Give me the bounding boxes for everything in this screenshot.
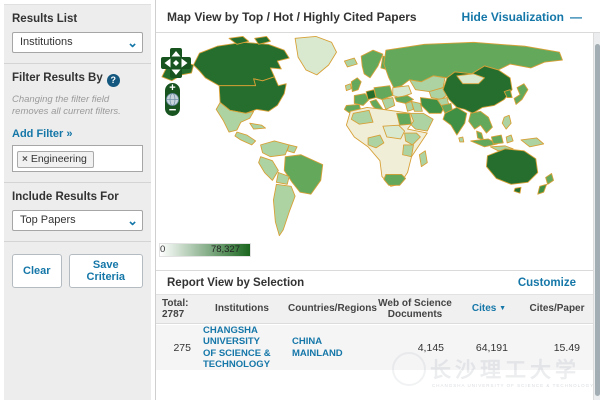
scrollbar-thumb[interactable] (595, 44, 600, 396)
world-map: + − 0 78,327 (156, 33, 594, 270)
map-country-japan[interactable] (514, 84, 528, 105)
esi-map-view-app: Results List Institutions ⌄ Filter Resul… (0, 0, 600, 400)
map-country-new-zealand[interactable] (546, 173, 554, 184)
map-country-greenland[interactable] (295, 36, 336, 74)
col-header-countries[interactable]: Countries/Regions (288, 303, 372, 315)
map-country-balkans[interactable] (382, 98, 395, 110)
row-cites-paper: 15.49 (520, 342, 594, 354)
col-header-documents[interactable]: Web of Science Documents (372, 298, 458, 321)
filter-section: Filter Results By? Changing the filter f… (4, 64, 151, 183)
map-country-new-zealand[interactable] (538, 184, 547, 194)
results-list-value: Institutions (20, 36, 73, 48)
choropleth-map (158, 35, 592, 238)
customize-link[interactable]: Customize (518, 277, 576, 289)
filter-tag-engineering[interactable]: ×Engineering (17, 151, 94, 168)
help-icon[interactable]: ? (107, 74, 120, 87)
map-header: Map View by Top / Hot / Highly Cited Pap… (156, 0, 600, 33)
main-panel: Map View by Top / Hot / Highly Cited Pap… (155, 0, 600, 400)
add-filter-link[interactable]: Add Filter » (12, 128, 73, 140)
filter-note: Changing the filter field removes all cu… (12, 94, 143, 118)
col-header-cites-paper[interactable]: Cites/Paper (520, 303, 594, 315)
map-country-guyanas[interactable] (287, 145, 297, 153)
chevron-down-icon: ⌄ (127, 211, 138, 230)
report-bar: Report View by Selection Customize (156, 270, 594, 294)
table-row: 275 CHANGSHA UNIVERSITY OF SCIENCE & TEC… (156, 325, 594, 370)
map-country-egypt[interactable] (397, 113, 412, 125)
sort-down-icon: ▼ (499, 305, 506, 312)
filter-label: Filter Results By? (12, 72, 143, 87)
col-header-institutions[interactable]: Institutions (196, 303, 288, 315)
map-country-central-america[interactable] (235, 132, 256, 145)
zoom-out-icon[interactable]: − (165, 102, 180, 117)
results-list-select[interactable]: Institutions ⌄ (12, 32, 143, 53)
results-table-header: Total: 2787 Institutions Countries/Regio… (156, 294, 594, 324)
collapse-dash-icon: — (570, 10, 582, 24)
remove-tag-icon[interactable]: × (22, 154, 28, 165)
map-country-madagascar[interactable] (419, 151, 427, 167)
map-pan-control[interactable] (161, 47, 191, 79)
row-rank: 275 (156, 342, 196, 354)
chevron-down-icon: ⌄ (127, 33, 138, 52)
map-country-iceland[interactable] (344, 58, 357, 67)
clear-button[interactable]: Clear (12, 254, 62, 288)
include-results-label: Include Results For (12, 191, 143, 203)
legend-min-value: 0 (160, 244, 165, 255)
filter-tag-box: ×Engineering (12, 145, 143, 172)
map-country-malay-peninsula[interactable] (477, 131, 484, 140)
map-zoom-control[interactable]: + − (165, 83, 180, 116)
map-country-kenya-tanzania[interactable] (403, 145, 414, 157)
report-title: Report View by Selection (167, 277, 304, 289)
hide-visualization-link[interactable]: Hide Visualization— (462, 10, 582, 24)
map-country-se-asia[interactable] (469, 111, 493, 133)
map-legend: 0 78,327 (159, 243, 251, 257)
row-documents: 4,145 (372, 342, 458, 354)
save-criteria-button[interactable]: Save Criteria (69, 254, 143, 288)
map-country-peru[interactable] (259, 157, 279, 181)
map-country-borneo[interactable] (491, 135, 503, 144)
include-results-value: Top Papers (20, 214, 76, 226)
vertical-scrollbar[interactable] (593, 33, 600, 400)
institution-link[interactable]: CHANGSHA UNIVERSITY OF SCIENCE & TECHNOL… (196, 325, 288, 371)
filter-tag-label: Engineering (31, 153, 87, 165)
map-country-sri-lanka[interactable] (459, 137, 464, 142)
map-country-ireland[interactable] (345, 84, 351, 91)
map-country-china[interactable] (443, 66, 512, 113)
map-country-philippines[interactable] (502, 115, 511, 129)
include-results-select[interactable]: Top Papers ⌄ (12, 210, 143, 231)
country-link[interactable]: CHINA MAINLAND (288, 336, 372, 359)
map-country-central-europe[interactable] (374, 86, 393, 100)
total-count: Total: 2787 (156, 298, 196, 321)
map-country-sulawesi[interactable] (506, 135, 513, 143)
map-country-uk[interactable] (351, 78, 361, 92)
sidebar-panel: Results List Institutions ⌄ Filter Resul… (4, 4, 151, 400)
map-country-colombia-venezuela[interactable] (261, 141, 290, 157)
map-title: Map View by Top / Hot / Highly Cited Pap… (167, 10, 417, 24)
sidebar: Results List Institutions ⌄ Filter Resul… (0, 0, 151, 400)
include-results-section: Include Results For Top Papers ⌄ (4, 183, 151, 242)
map-country-australia[interactable] (486, 149, 537, 185)
col-header-cites[interactable]: Cites ▼ (458, 303, 520, 315)
row-cites: 64,191 (458, 342, 520, 354)
legend-max-value: 78,327 (211, 244, 240, 255)
map-country-cuba[interactable] (250, 123, 266, 129)
map-country-germany[interactable] (366, 90, 376, 100)
map-country-south-africa[interactable] (384, 174, 406, 185)
map-country-argentina[interactable] (273, 184, 295, 235)
results-list-section: Results List Institutions ⌄ (4, 5, 151, 64)
results-list-label: Results List (12, 13, 143, 25)
map-country-norway-sweden[interactable] (361, 50, 383, 78)
map-country-new-guinea[interactable] (521, 138, 544, 147)
map-country-tasmania[interactable] (514, 187, 521, 193)
watermark-en-text: CHANGSHA UNIVERSITY OF SCIENCE & TECHNOL… (432, 383, 594, 388)
sidebar-buttons: Clear Save Criteria (4, 242, 151, 300)
